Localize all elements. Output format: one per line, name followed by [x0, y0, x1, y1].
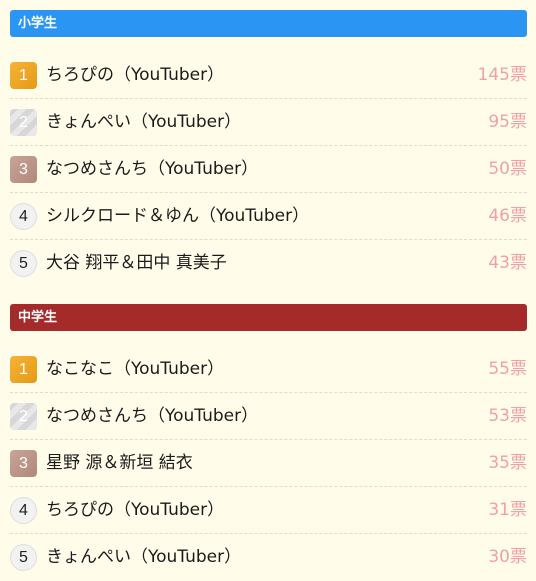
ranking-name: きょんぺい（YouTuber） — [46, 547, 242, 567]
ranking-row[interactable]: 3 なつめさんち（YouTuber） 50票 — [10, 146, 527, 193]
elementary-ranking-list: 1 ちろぴの（YouTuber） 145票 2 きょんぺい（YouTuber） … — [0, 52, 536, 287]
ranking-votes: 35票 — [488, 453, 527, 473]
ranking-name: 大谷 翔平＆田中 真美子 — [46, 253, 227, 273]
ranking-row[interactable]: 5 きょんぺい（YouTuber） 30票 — [10, 534, 527, 581]
rank-badge-silver: 2 — [10, 109, 37, 136]
rank-badge: 4 — [10, 203, 37, 230]
ranking-row[interactable]: 2 きょんぺい（YouTuber） 95票 — [10, 99, 527, 146]
ranking-votes: 95票 — [488, 112, 527, 132]
ranking-row[interactable]: 3 星野 源＆新垣 結衣 35票 — [10, 440, 527, 487]
ranking-row[interactable]: 2 なつめさんち（YouTuber） 53票 — [10, 393, 527, 440]
ranking-name: ちろぴの（YouTuber） — [46, 65, 225, 85]
junior-high-ranking-list: 1 なこなこ（YouTuber） 55票 2 なつめさんち（YouTuber） … — [0, 346, 536, 581]
ranking-votes: 31票 — [488, 500, 527, 520]
rank-badge-bronze: 3 — [10, 156, 37, 183]
ranking-row[interactable]: 1 なこなこ（YouTuber） 55票 — [10, 346, 527, 393]
ranking-votes: 43票 — [488, 253, 527, 273]
ranking-row[interactable]: 1 ちろぴの（YouTuber） 145票 — [10, 52, 527, 99]
ranking-name: なこなこ（YouTuber） — [46, 359, 225, 379]
ranking-votes: 145票 — [477, 65, 527, 85]
rank-badge-gold: 1 — [10, 356, 37, 383]
rank-badge: 5 — [10, 250, 37, 277]
rank-badge: 4 — [10, 497, 37, 524]
ranking-name: なつめさんち（YouTuber） — [46, 406, 259, 426]
rank-badge-gold: 1 — [10, 62, 37, 89]
rank-badge-bronze: 3 — [10, 450, 37, 477]
rank-badge-silver: 2 — [10, 403, 37, 430]
ranking-row[interactable]: 4 ちろぴの（YouTuber） 31票 — [10, 487, 527, 534]
elementary-header: 小学生 — [10, 10, 527, 37]
ranking-name: きょんぺい（YouTuber） — [46, 112, 242, 132]
elementary-section: 小学生 1 ちろぴの（YouTuber） 145票 2 きょんぺい（YouTub… — [0, 10, 536, 287]
ranking-votes: 53票 — [488, 406, 527, 426]
ranking-votes: 55票 — [488, 359, 527, 379]
ranking-name: なつめさんち（YouTuber） — [46, 159, 259, 179]
junior-high-header: 中学生 — [10, 304, 527, 331]
ranking-votes: 46票 — [488, 206, 527, 226]
ranking-row[interactable]: 4 シルクロード＆ゆん（YouTuber） 46票 — [10, 193, 527, 240]
ranking-name: 星野 源＆新垣 結衣 — [46, 453, 193, 473]
ranking-row[interactable]: 5 大谷 翔平＆田中 真美子 43票 — [10, 240, 527, 287]
junior-high-section: 中学生 1 なこなこ（YouTuber） 55票 2 なつめさんち（YouTub… — [0, 304, 536, 581]
ranking-votes: 50票 — [488, 159, 527, 179]
ranking-name: シルクロード＆ゆん（YouTuber） — [46, 206, 310, 226]
ranking-name: ちろぴの（YouTuber） — [46, 500, 225, 520]
ranking-votes: 30票 — [488, 547, 527, 567]
rank-badge: 5 — [10, 544, 37, 571]
